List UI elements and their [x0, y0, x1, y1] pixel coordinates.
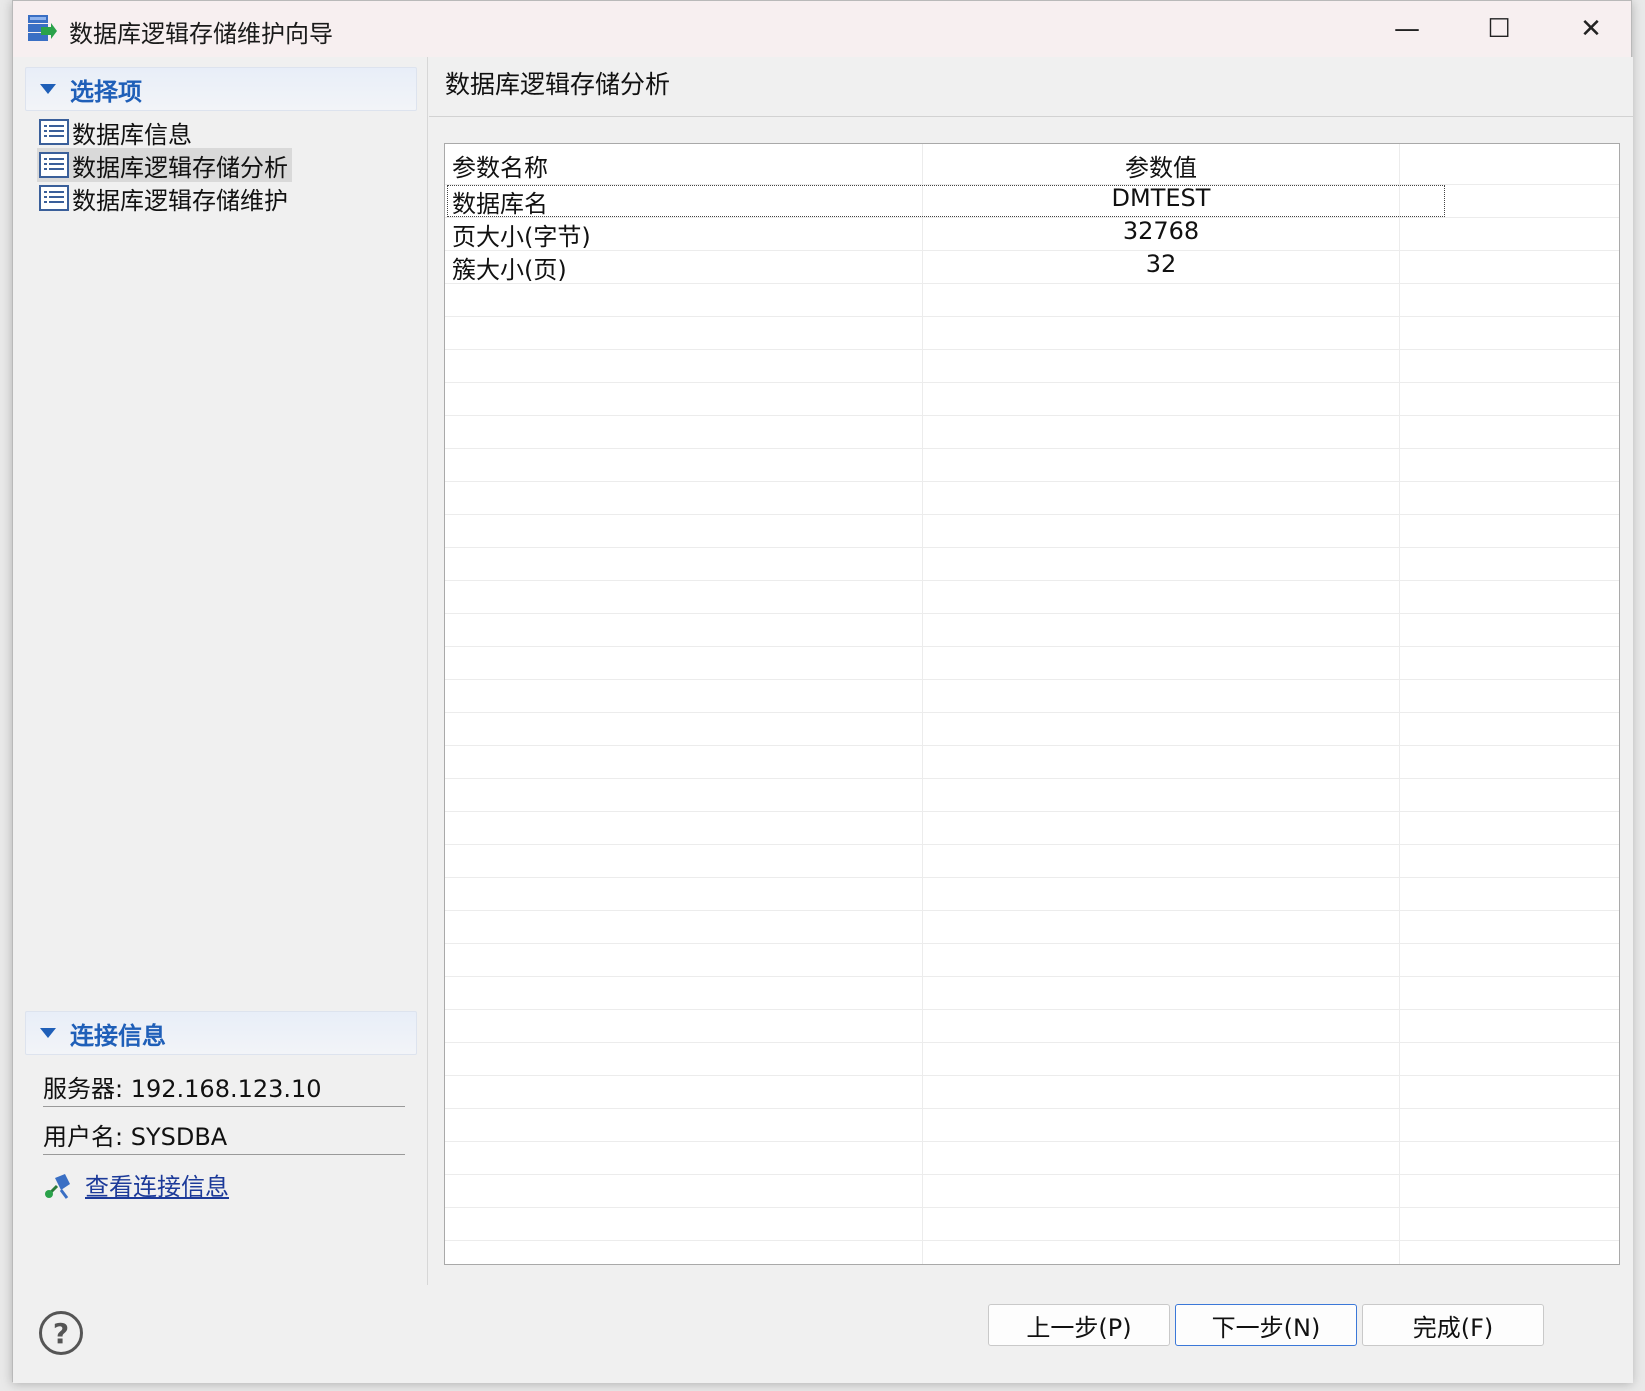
right-pane: 数据库逻辑存储分析 参数名称 参数值 数据库名 DMTEST 页大小(字节) 3…: [429, 57, 1633, 1285]
column-header-value[interactable]: 参数值: [923, 148, 1399, 183]
left-pane: 选择项 数据库信息 数据库逻辑存储分析 数据库逻辑存储维护 连接信息 服务器: …: [13, 57, 428, 1285]
user-info: 用户名: SYSDBA: [43, 1123, 228, 1151]
close-button[interactable]: ✕: [1545, 1, 1637, 57]
view-connection-link[interactable]: 查看连接信息: [85, 1167, 229, 1202]
divider: [429, 116, 1633, 117]
wizard-window: 数据库逻辑存储维护向导 — ☐ ✕ 选择项 数据库信息 数据库逻辑存储分析 数据…: [12, 0, 1633, 1383]
connection-section-header[interactable]: 连接信息: [25, 1011, 417, 1055]
help-icon: ?: [52, 1316, 70, 1350]
selection-section-title: 选择项: [70, 77, 142, 106]
list-page-icon: [39, 185, 69, 211]
nav-item-label: 数据库逻辑存储分析: [72, 153, 288, 182]
minimize-icon: —: [1394, 14, 1420, 44]
list-page-icon: [39, 152, 69, 178]
minimize-button[interactable]: —: [1361, 1, 1453, 57]
nav-item-storage-maintenance[interactable]: 数据库逻辑存储维护: [37, 181, 292, 215]
table-row-name[interactable]: 簇大小(页): [452, 250, 567, 285]
nav-item-storage-analysis[interactable]: 数据库逻辑存储分析: [37, 148, 292, 182]
table-row-value[interactable]: 32768: [923, 217, 1399, 245]
database-wizard-icon: [28, 15, 57, 41]
connection-plug-icon: [45, 1173, 70, 1199]
title-bar[interactable]: 数据库逻辑存储维护向导 — ☐ ✕: [13, 1, 1631, 57]
nav-item-label: 数据库信息: [72, 120, 192, 149]
list-page-icon: [39, 119, 69, 145]
divider: [43, 1154, 405, 1155]
page-title: 数据库逻辑存储分析: [445, 70, 671, 99]
back-button[interactable]: 上一步(P): [988, 1304, 1170, 1346]
help-button[interactable]: ?: [39, 1311, 83, 1355]
footer: ? 上一步(P) 下一步(N) 完成(F): [13, 1285, 1633, 1383]
table-row-name[interactable]: 页大小(字节): [452, 217, 591, 252]
window-title: 数据库逻辑存储维护向导: [69, 20, 333, 48]
close-icon: ✕: [1580, 14, 1602, 44]
table-row-value[interactable]: DMTEST: [923, 184, 1399, 212]
table-row-value[interactable]: 32: [923, 250, 1399, 278]
selection-section-header[interactable]: 选择项: [25, 67, 417, 111]
maximize-button[interactable]: ☐: [1453, 1, 1545, 57]
divider: [43, 1106, 405, 1107]
connection-section-title: 连接信息: [70, 1021, 166, 1050]
parameter-table[interactable]: 参数名称 参数值 数据库名 DMTEST 页大小(字节) 32768 簇大小(页…: [444, 143, 1620, 1265]
nav-item-database-info[interactable]: 数据库信息: [37, 115, 196, 149]
nav-item-label: 数据库逻辑存储维护: [72, 186, 288, 215]
next-button[interactable]: 下一步(N): [1175, 1304, 1357, 1346]
view-connection-link-row[interactable]: 查看连接信息: [43, 1167, 229, 1202]
table-row-name[interactable]: 数据库名: [452, 184, 548, 219]
maximize-icon: ☐: [1487, 14, 1511, 44]
column-header-name[interactable]: 参数名称: [452, 148, 548, 183]
finish-button[interactable]: 完成(F): [1362, 1304, 1544, 1346]
collapse-triangle-icon: [40, 84, 56, 94]
collapse-triangle-icon: [40, 1028, 56, 1038]
server-info: 服务器: 192.168.123.10: [43, 1075, 322, 1103]
